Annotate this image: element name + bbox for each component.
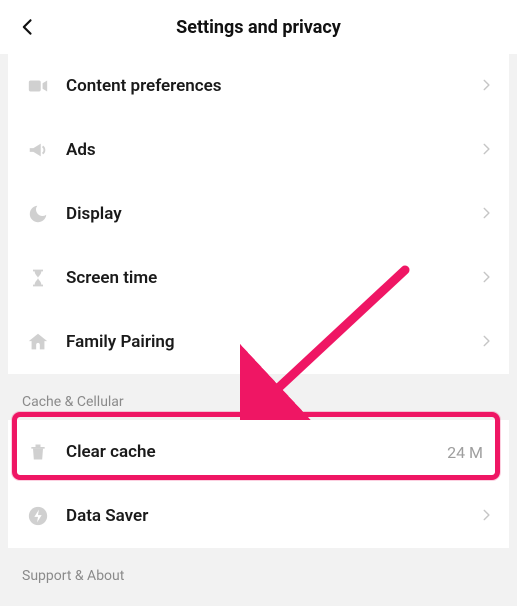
row-display[interactable]: Display — [8, 182, 509, 246]
row-content-preferences[interactable]: Content preferences — [8, 54, 509, 118]
section-title-cache: Cache & Cellular — [0, 374, 517, 420]
chevron-right-icon — [479, 205, 493, 224]
settings-group-cache: Clear cache 24 M Data Saver — [8, 420, 509, 548]
chevron-right-icon — [479, 333, 493, 352]
row-label: Family Pairing — [66, 332, 479, 352]
page-title: Settings and privacy — [0, 17, 517, 38]
row-label: Ads — [66, 140, 479, 160]
section-title-support: Support & About — [0, 548, 517, 594]
chevron-right-icon — [479, 269, 493, 288]
row-label: Display — [66, 204, 479, 224]
row-label: Screen time — [66, 268, 479, 288]
row-clear-cache[interactable]: Clear cache 24 M — [8, 420, 509, 484]
home-icon — [24, 328, 52, 356]
cache-size-value: 24 M — [447, 443, 483, 462]
chevron-right-icon — [479, 141, 493, 160]
row-ads[interactable]: Ads — [8, 118, 509, 182]
row-family-pairing[interactable]: Family Pairing — [8, 310, 509, 374]
back-button[interactable] — [6, 5, 50, 49]
trash-icon — [24, 438, 52, 466]
hourglass-icon — [24, 264, 52, 292]
row-label: Clear cache — [66, 442, 447, 462]
bolt-icon — [24, 502, 52, 530]
chevron-right-icon — [479, 507, 493, 526]
megaphone-icon — [24, 136, 52, 164]
chevron-left-icon — [18, 17, 38, 37]
row-screen-time[interactable]: Screen time — [8, 246, 509, 310]
video-icon — [24, 72, 52, 100]
settings-screen: Settings and privacy Content preferences… — [0, 0, 517, 606]
row-label: Data Saver — [66, 506, 479, 526]
row-data-saver[interactable]: Data Saver — [8, 484, 509, 548]
row-label: Content preferences — [66, 76, 479, 96]
moon-icon — [24, 200, 52, 228]
header-bar: Settings and privacy — [0, 0, 517, 54]
chevron-right-icon — [479, 77, 493, 96]
settings-group-general: Content preferences Ads Display — [8, 54, 509, 374]
